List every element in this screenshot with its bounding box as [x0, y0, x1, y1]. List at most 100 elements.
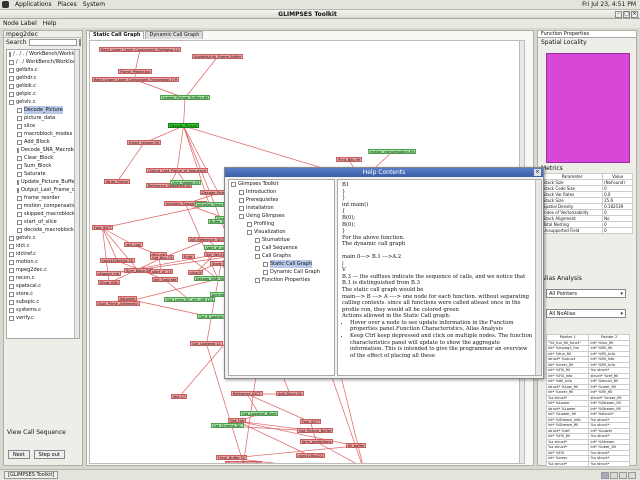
graph-node[interactable]: Sum_Block.58 [124, 268, 153, 273]
menu-help[interactable]: Help [43, 20, 57, 27]
graph-node[interactable]: idct_row [124, 242, 143, 247]
graph-node[interactable]: slice.9 [188, 270, 204, 275]
graph-node[interactable]: conv422to444.35 [100, 258, 135, 263]
tree-scrollbar[interactable] [74, 50, 79, 338]
graph-node[interactable]: Print_Bits.99 [336, 157, 362, 162]
tree-item[interactable]: getblk.c [7, 82, 79, 90]
close-icon[interactable]: × [631, 10, 638, 18]
pointer-filter-dropdown[interactable]: All Pointers [546, 289, 626, 298]
tab-function-properties[interactable]: Function Properties [538, 31, 636, 38]
help-toc-item[interactable]: Function Properties [229, 276, 334, 284]
help-toc-item[interactable]: Stumatitue [229, 236, 334, 244]
graph-node[interactable]: Decode_Picture.12 [225, 461, 262, 463]
places-menu[interactable]: Places [58, 1, 77, 8]
clock[interactable]: Fri Jul 23, 4:51 PM [582, 1, 636, 8]
tree-item[interactable]: Decode_SNR_Macroblock [7, 146, 79, 154]
tree-item[interactable]: getpic.c [7, 90, 79, 98]
help-scrollbar[interactable] [535, 180, 541, 375]
tree-item[interactable]: motion_compensation [7, 202, 79, 210]
graph-node[interactable]: Get_Lowlevel_Block [240, 411, 279, 416]
graph-node[interactable]: Add_Block.58 [276, 391, 304, 396]
tree-item[interactable]: Saturate [7, 170, 79, 178]
tree-item[interactable]: Decode_Picture [7, 106, 79, 114]
graph-node[interactable]: Decode_Picture [168, 123, 200, 128]
tree-item[interactable]: / . / . / WorkBench/Workload [7, 50, 79, 58]
tree-item[interactable]: idctref.c [7, 250, 79, 258]
graph-node[interactable]: Get_Hdr [228, 418, 247, 423]
task-glimpses[interactable]: [GLIMPSES Toolkit] [4, 471, 59, 479]
graph-node[interactable]: Error [182, 254, 195, 259]
help-toc-item[interactable]: Glimpses Toolkit [229, 180, 334, 188]
graph-node[interactable]: Write_Frame [104, 179, 130, 184]
help-toc-item[interactable]: Installation [229, 204, 334, 212]
tree-item[interactable]: Clear_Block [7, 154, 79, 162]
system-menu[interactable]: System [83, 1, 105, 8]
tab-dynamic-call-graph[interactable]: Dynamic Call Graph [145, 31, 204, 39]
graph-node[interactable]: Saturate [118, 296, 138, 301]
applications-menu[interactable]: Applications [15, 1, 52, 8]
next-button[interactable]: Next [8, 450, 30, 459]
minimize-icon[interactable]: – [615, 10, 622, 18]
graph-node[interactable]: frame_reorder.50 [127, 140, 162, 145]
help-toc-item[interactable]: Profiling [229, 220, 334, 228]
graph-node[interactable]: skipped_mb [96, 271, 122, 276]
tree-item[interactable]: subspic.c [7, 298, 79, 306]
help-toc-item[interactable]: Call Sequence [229, 244, 334, 252]
search-input[interactable] [28, 39, 77, 46]
graph-node[interactable]: Output_Last_Frame_of_Sequence [146, 168, 208, 173]
graph-node[interactable]: Reference_IDCT [231, 391, 263, 396]
tree-item[interactable]: spatscal.c [7, 282, 79, 290]
maximize-icon[interactable]: □ [623, 10, 630, 18]
tree-item[interactable]: picture_data [7, 114, 79, 122]
help-toc-item[interactable]: Using Glimpses [229, 212, 334, 220]
graph-node[interactable]: Show_Bits [98, 280, 120, 285]
tree-item[interactable]: recon.c [7, 274, 79, 282]
graph-node[interactable]: Read_Lower_Layer_Component_Framewise.119 [92, 77, 179, 82]
tree-item[interactable]: skipped_macroblocks [7, 210, 79, 218]
tree-item[interactable]: mpeg2dec.c [7, 266, 79, 274]
graph-node[interactable]: slice_header.25 [170, 180, 202, 185]
graph-node[interactable]: motion_compensation.94 [368, 149, 417, 154]
help-titlebar[interactable]: Help Contents × [225, 168, 543, 177]
help-toc[interactable]: Glimpses Toolkit Introduction Prerequisite… [228, 179, 335, 376]
pointer-row[interactable]: %x struct* %x struct* [545, 460, 630, 467]
graph-node[interactable]: Get_Luma_DC_dct_diff.124 [164, 297, 215, 302]
tree-item[interactable]: Sum_Block [7, 162, 79, 170]
tree-item[interactable]: systems.c [7, 306, 79, 314]
graph-node[interactable]: start_of_17 [150, 269, 174, 274]
help-toc-item[interactable]: Prerequisites [229, 196, 334, 204]
search-button[interactable] [78, 39, 81, 46]
graph-node[interactable]: Init_Saturate [152, 277, 179, 282]
gnome-foot-icon[interactable] [2, 1, 9, 8]
tree-item[interactable]: getvlc.c [7, 98, 79, 106]
graph-node[interactable]: idct.27 [171, 394, 188, 399]
help-close-icon[interactable]: × [534, 169, 541, 176]
workspace-switcher[interactable] [601, 471, 636, 479]
tree-item[interactable]: frame_reorder [7, 194, 79, 202]
pointer-alias-table[interactable]: Pointer 1 Pointer 2 "%f_fun_fill_funct" int… [545, 334, 630, 467]
graph-node[interactable]: Read_Lower_Layer_Component_Fieldwise.10 [99, 47, 181, 52]
graph-node[interactable]: Flush_Buffer.32 [216, 455, 247, 460]
help-toc-item[interactable]: Introduction [229, 188, 334, 196]
tree-item[interactable]: motion.c [7, 258, 79, 266]
graph-node[interactable]: Fast_IDCT [300, 419, 322, 424]
graph-node[interactable]: Update_Picture_Buffers.69 [160, 95, 211, 100]
tree-item[interactable]: idct.c [7, 242, 79, 250]
graph-node[interactable]: Get_Bits.74 [150, 255, 175, 260]
graph-node[interactable]: fill_buffer [346, 443, 367, 448]
file-tree[interactable]: / . / . / WorkBench/Workload / . / WorkBe… [6, 49, 80, 339]
graph-node[interactable]: Frame_Prediction [118, 69, 153, 74]
graph-node[interactable]: Fast_IDCT [92, 225, 114, 230]
step-out-button[interactable]: Step out [33, 450, 65, 459]
tree-item[interactable]: Add_Block [7, 138, 79, 146]
tree-item[interactable]: slice [7, 122, 79, 130]
graph-node[interactable]: Set_Ref.4 [204, 252, 225, 257]
graph-node[interactable]: conv420to422 [296, 453, 326, 458]
tree-item[interactable]: getvlc.c [7, 234, 79, 242]
tree-item[interactable]: macroblock_modes [7, 130, 79, 138]
tree-item[interactable]: verify.c [7, 314, 79, 322]
graph-node[interactable]: Init_Reference_IDCT [188, 237, 228, 242]
graph-node[interactable]: form_predictions [300, 439, 334, 444]
graph-node[interactable]: Initialize_Deco [195, 202, 225, 207]
help-toc-item[interactable]: Static Call Graph [229, 260, 334, 268]
